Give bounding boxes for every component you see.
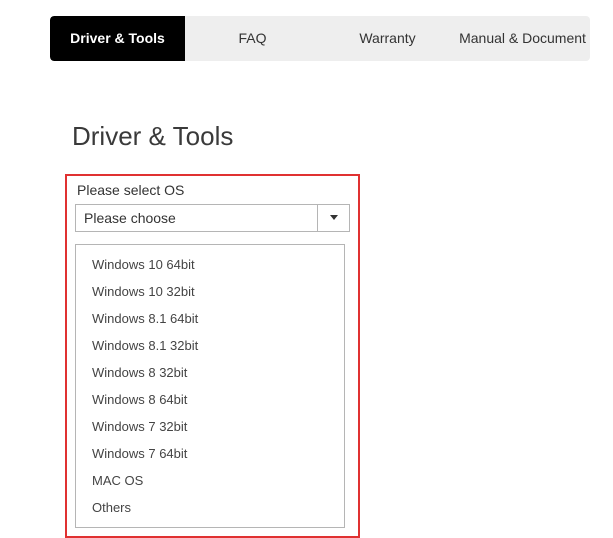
tab-faq[interactable]: FAQ — [185, 16, 320, 61]
caret-down-icon — [330, 215, 338, 220]
os-option[interactable]: Windows 7 32bit — [76, 413, 344, 440]
os-option[interactable]: Windows 10 64bit — [76, 251, 344, 278]
os-select-value: Please choose — [75, 204, 318, 232]
os-dropdown-list: Windows 10 64bit Windows 10 32bit Window… — [75, 244, 345, 528]
os-option[interactable]: Windows 10 32bit — [76, 278, 344, 305]
tab-manual-document[interactable]: Manual & Document — [455, 16, 590, 61]
os-option[interactable]: Windows 7 64bit — [76, 440, 344, 467]
os-option[interactable]: Windows 8 32bit — [76, 359, 344, 386]
os-option[interactable]: Windows 8.1 32bit — [76, 332, 344, 359]
os-select-arrow-button[interactable] — [318, 204, 350, 232]
os-select[interactable]: Please choose — [75, 204, 350, 232]
os-option[interactable]: Windows 8 64bit — [76, 386, 344, 413]
os-select-label: Please select OS — [75, 180, 350, 204]
tab-driver-tools[interactable]: Driver & Tools — [50, 16, 185, 61]
os-select-highlight-box: Please select OS Please choose Windows 1… — [65, 174, 360, 538]
tab-warranty[interactable]: Warranty — [320, 16, 455, 61]
os-option[interactable]: Others — [76, 494, 344, 521]
page-title: Driver & Tools — [72, 121, 593, 152]
os-option[interactable]: Windows 8.1 64bit — [76, 305, 344, 332]
os-option[interactable]: MAC OS — [76, 467, 344, 494]
tab-bar: Driver & Tools FAQ Warranty Manual & Doc… — [50, 16, 590, 61]
